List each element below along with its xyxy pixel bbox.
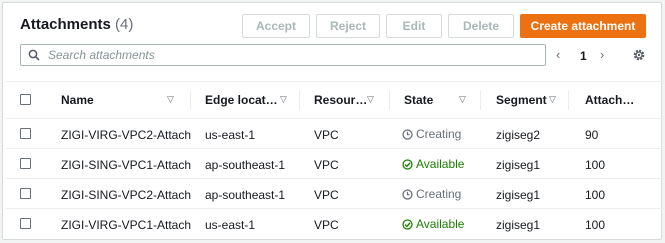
state-label: Creating	[416, 127, 462, 141]
resource-type: VPC	[314, 128, 339, 142]
table-row[interactable]: ZIGI-VIRG-VPC1-Attach us-east-1 VPC Avai…	[6, 209, 664, 239]
edge-location: us-east-1	[205, 128, 256, 142]
column-header-edge-location[interactable]: Edge locat…	[205, 93, 278, 107]
edge-location: us-east-1	[205, 218, 256, 232]
caret-down-icon[interactable]: ▽	[280, 94, 287, 105]
row-checkbox[interactable]	[20, 188, 31, 199]
column-header-resource[interactable]: Resour…	[314, 93, 367, 107]
state-label: Creating	[416, 187, 462, 201]
reject-button[interactable]: Reject	[316, 14, 380, 38]
page-title: Attachments (4)	[20, 16, 133, 33]
edit-button[interactable]: Edit	[386, 14, 442, 38]
table-row[interactable]: ZIGI-SING-VPC1-Attach ap-southeast-1 VPC…	[6, 149, 664, 179]
state-status: Available	[402, 217, 464, 231]
column-header-attachment[interactable]: Attach…	[585, 93, 634, 107]
segment-name: zigiseg1	[496, 158, 541, 172]
column-divider	[299, 91, 300, 110]
caret-down-icon[interactable]: ▽	[459, 94, 466, 105]
segment-name: zigiseg1	[496, 218, 541, 232]
delete-button[interactable]: Delete	[448, 14, 514, 38]
state-label: Available	[416, 217, 465, 231]
select-all-checkbox[interactable]	[20, 94, 31, 105]
column-header-name[interactable]: Name	[61, 93, 94, 107]
column-divider	[480, 91, 481, 110]
title-text: Attachments	[20, 16, 111, 33]
clock-icon	[402, 189, 413, 200]
caret-down-icon[interactable]: ▽	[549, 94, 556, 105]
check-circle-icon	[402, 219, 413, 230]
column-divider	[389, 91, 390, 110]
resource-type: VPC	[314, 158, 339, 172]
caret-down-icon[interactable]: ▽	[167, 94, 174, 105]
attachment-value: 100	[585, 188, 606, 202]
attachment-value: 100	[585, 158, 606, 172]
attachment-name[interactable]: ZIGI-VIRG-VPC2-Attach	[61, 128, 191, 142]
edge-location: ap-southeast-1	[205, 188, 286, 202]
table-row[interactable]: ZIGI-SING-VPC2-Attach ap-southeast-1 VPC…	[6, 179, 664, 209]
row-checkbox[interactable]	[20, 128, 31, 139]
page-number[interactable]: 1	[580, 49, 587, 63]
previous-page-button[interactable]: ‹	[556, 47, 560, 62]
attachment-name[interactable]: ZIGI-VIRG-VPC1-Attach	[61, 218, 191, 232]
resource-type: VPC	[314, 218, 339, 232]
attachment-name[interactable]: ZIGI-SING-VPC2-Attach	[61, 188, 191, 202]
state-label: Available	[416, 157, 465, 171]
table-header: Name ▽ Edge locat… ▽ Resour… ▽ State ▽ S…	[6, 81, 664, 119]
attachment-value: 90	[585, 128, 599, 142]
attachment-value: 100	[585, 218, 606, 232]
edge-location: ap-southeast-1	[205, 158, 286, 172]
segment-name: zigiseg2	[496, 128, 541, 142]
gear-icon[interactable]	[632, 48, 646, 62]
caret-down-icon[interactable]: ▽	[367, 94, 374, 105]
search-placeholder: Search attachments	[48, 48, 155, 62]
create-attachment-button[interactable]: Create attachment	[520, 14, 646, 38]
search-input[interactable]: Search attachments	[20, 44, 546, 66]
search-icon	[28, 49, 40, 61]
resource-type: VPC	[314, 188, 339, 202]
column-header-state[interactable]: State	[404, 93, 433, 107]
row-checkbox[interactable]	[20, 158, 31, 169]
clock-icon	[402, 129, 413, 140]
column-divider	[568, 91, 569, 110]
check-circle-icon	[402, 159, 413, 170]
attachment-name[interactable]: ZIGI-SING-VPC1-Attach	[61, 158, 191, 172]
next-page-button[interactable]: ›	[600, 47, 604, 62]
state-status: Available	[402, 157, 464, 171]
column-divider	[190, 91, 191, 110]
state-status: Creating	[402, 127, 461, 141]
state-status: Creating	[402, 187, 461, 201]
attachment-count: (4)	[115, 16, 134, 33]
column-header-segment[interactable]: Segment	[496, 93, 547, 107]
segment-name: zigiseg1	[496, 188, 541, 202]
accept-button[interactable]: Accept	[242, 14, 310, 38]
attachments-panel: Attachments (4) Accept Reject Edit Delet…	[2, 2, 664, 240]
row-checkbox[interactable]	[20, 218, 31, 229]
table-row[interactable]: ZIGI-VIRG-VPC2-Attach us-east-1 VPC Crea…	[6, 119, 664, 149]
